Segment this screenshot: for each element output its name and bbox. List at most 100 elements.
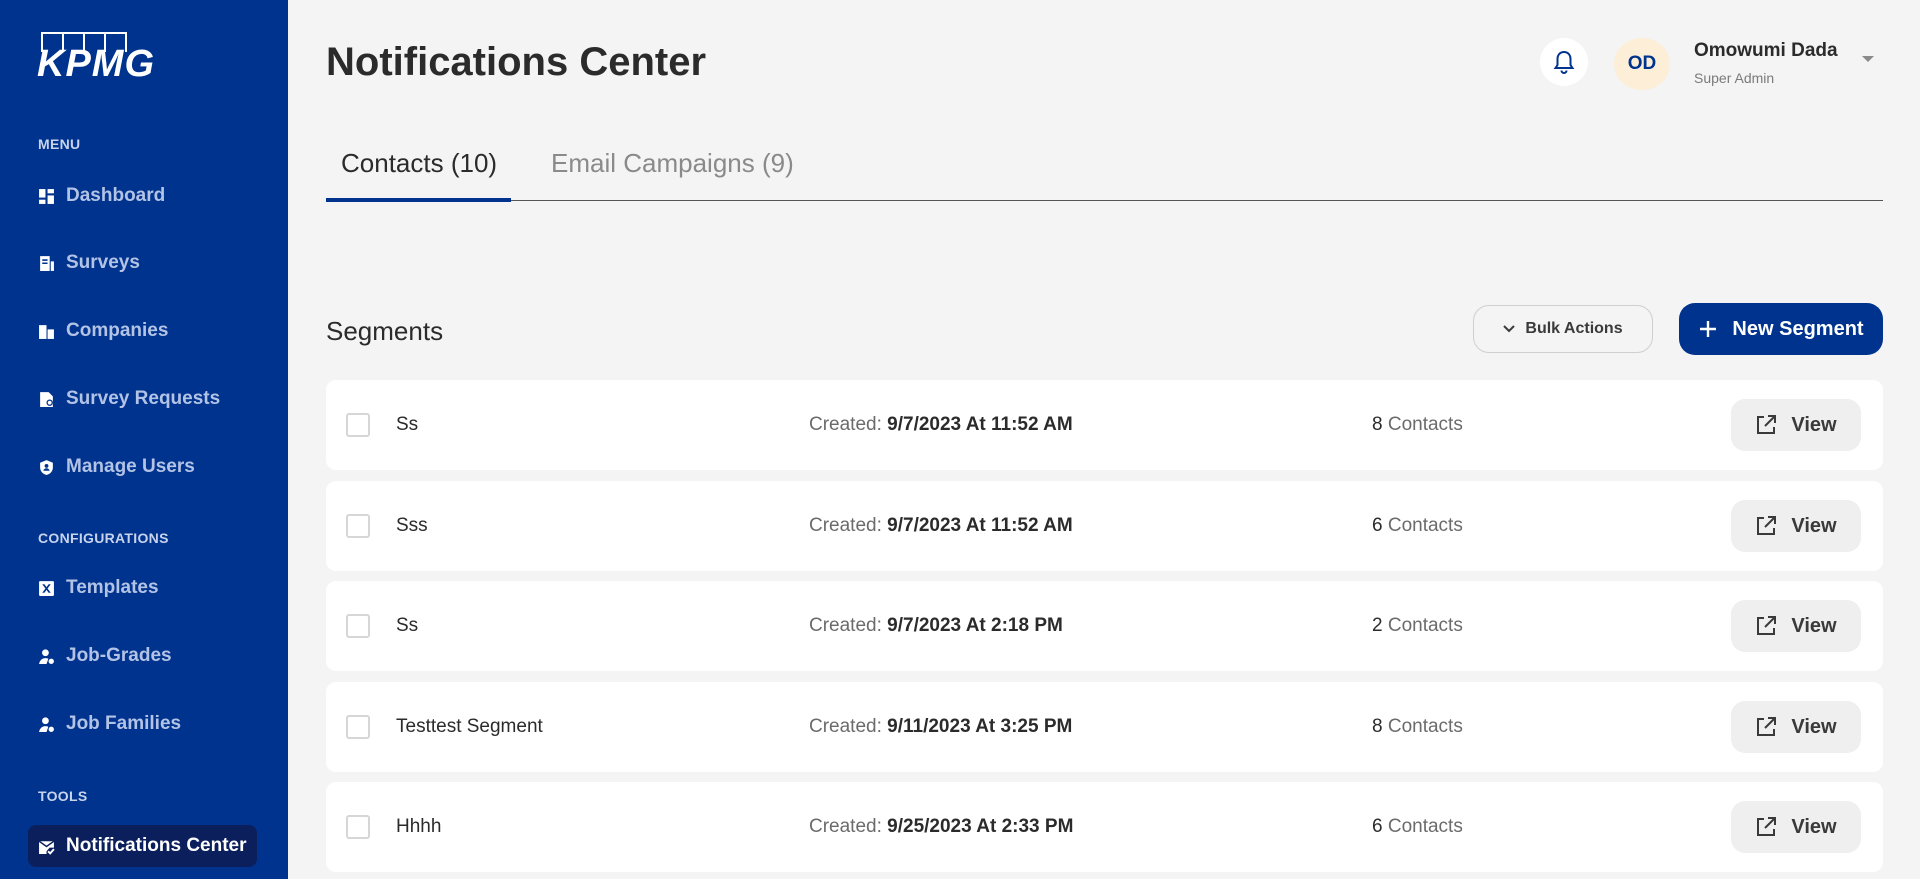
sidebar-item-notifications-center[interactable]: Notifications Center <box>28 825 257 867</box>
table-row[interactable]: Testtest Segment Created: 9/11/2023 At 3:… <box>326 682 1883 772</box>
mail-check-icon <box>38 838 66 855</box>
row-checkbox[interactable] <box>346 715 370 739</box>
view-button[interactable]: View <box>1731 399 1861 451</box>
segment-name: Hhhh <box>396 816 442 837</box>
avatar[interactable]: OD <box>1614 38 1670 90</box>
chevron-down-icon <box>1503 325 1516 333</box>
view-label: View <box>1791 815 1837 838</box>
contacts-suffix: Contacts <box>1387 716 1463 737</box>
created-prefix: Created: <box>809 816 882 837</box>
sidebar-item-survey-requests[interactable]: Survey Requests <box>38 378 220 420</box>
sidebar-item-label: Notifications Center <box>66 835 247 856</box>
contacts-suffix: Contacts <box>1387 515 1463 536</box>
table-row[interactable]: Ss Created: 9/7/2023 At 11:52 AM 8 Contact… <box>326 380 1883 470</box>
active-tab-indicator <box>326 198 511 202</box>
segment-name: Ss <box>396 414 419 435</box>
page-title: Notifications Center <box>326 40 707 84</box>
segment-name: Ss <box>396 615 419 636</box>
user-role: Super Admin <box>1694 70 1775 86</box>
logo-text: KPMG <box>37 43 155 85</box>
request-icon <box>38 391 66 408</box>
external-link-icon <box>1757 817 1777 836</box>
sidebar-item-label: Manage Users <box>66 456 195 477</box>
shield-user-icon <box>38 459 66 476</box>
user-name[interactable]: Omowumi Dada <box>1694 40 1838 62</box>
created-value: 9/7/2023 At 2:18 PM <box>887 615 1063 636</box>
menu-section-label: MENU <box>38 136 81 152</box>
building-icon <box>38 323 66 340</box>
view-button[interactable]: View <box>1731 801 1861 853</box>
survey-icon <box>38 255 66 272</box>
sidebar-item-label: Survey Requests <box>66 388 221 409</box>
bulk-actions-label: Bulk Actions <box>1525 320 1623 337</box>
dashboard-icon <box>38 188 66 205</box>
created-date: Created: 9/11/2023 At 3:25 PM <box>809 716 1072 738</box>
excel-icon <box>38 580 66 597</box>
view-label: View <box>1791 514 1837 537</box>
contacts-number: 8 <box>1372 414 1383 435</box>
created-value: 9/7/2023 At 11:52 AM <box>887 414 1073 435</box>
contacts-suffix: Contacts <box>1387 414 1463 435</box>
created-value: 9/11/2023 At 3:25 PM <box>887 716 1073 737</box>
sidebar-item-label: Templates <box>66 577 159 598</box>
sidebar-item-label: Job Families <box>66 713 182 734</box>
created-prefix: Created: <box>809 615 882 636</box>
contacts-number: 6 <box>1372 816 1383 837</box>
row-checkbox[interactable] <box>346 614 370 638</box>
contacts-number: 6 <box>1372 515 1383 536</box>
sidebar-item-job-grades[interactable]: Job-Grades <box>38 635 172 677</box>
view-button[interactable]: View <box>1731 500 1861 552</box>
sidebar-item-job-families[interactable]: Job Families <box>38 703 181 745</box>
created-date: Created: 9/7/2023 At 11:52 AM <box>809 515 1073 537</box>
sidebar-item-surveys[interactable]: Surveys <box>38 242 140 284</box>
view-label: View <box>1791 715 1837 738</box>
bulk-actions-button[interactable]: Bulk Actions <box>1473 305 1653 353</box>
external-link-icon <box>1757 616 1777 635</box>
sidebar-item-label: Surveys <box>66 252 140 273</box>
external-link-icon <box>1757 415 1777 434</box>
contacts-count: 8 Contacts <box>1372 414 1463 436</box>
user-gear-icon <box>38 716 66 733</box>
tab-contacts[interactable]: Contacts (10) <box>341 148 497 179</box>
created-date: Created: 9/7/2023 At 2:18 PM <box>809 615 1063 637</box>
table-row[interactable]: Ss Created: 9/7/2023 At 2:18 PM 2 Contacts… <box>326 581 1883 671</box>
sidebar-item-label: Job-Grades <box>66 645 172 666</box>
kpmg-logo[interactable]: KPMG <box>37 30 154 84</box>
tools-section-label: TOOLS <box>38 788 88 804</box>
contacts-count: 8 Contacts <box>1372 716 1463 738</box>
view-button[interactable]: View <box>1731 600 1861 652</box>
sidebar-item-manage-users[interactable]: Manage Users <box>38 446 195 488</box>
row-checkbox[interactable] <box>346 413 370 437</box>
chevron-down-icon[interactable] <box>1862 56 1874 62</box>
tabs-divider <box>326 200 1883 201</box>
row-checkbox[interactable] <box>346 815 370 839</box>
sidebar-item-label: Companies <box>66 320 169 341</box>
bell-icon <box>1553 50 1575 74</box>
view-button[interactable]: View <box>1731 701 1861 753</box>
view-label: View <box>1791 614 1837 637</box>
view-label: View <box>1791 413 1837 436</box>
created-date: Created: 9/7/2023 At 11:52 AM <box>809 414 1073 436</box>
created-prefix: Created: <box>809 716 882 737</box>
table-row[interactable]: Hhhh Created: 9/25/2023 At 2:33 PM 6 Conta… <box>326 782 1883 872</box>
sidebar-item-dashboard[interactable]: Dashboard <box>38 175 165 217</box>
created-date: Created: 9/25/2023 At 2:33 PM <box>809 816 1073 838</box>
contacts-suffix: Contacts <box>1387 816 1463 837</box>
new-segment-label: New Segment <box>1732 317 1864 340</box>
plus-icon <box>1700 321 1717 337</box>
sidebar-item-templates[interactable]: Templates <box>38 567 159 609</box>
configurations-section-label: CONFIGURATIONS <box>38 530 169 546</box>
contacts-number: 8 <box>1372 716 1383 737</box>
sidebar-item-label: Dashboard <box>66 185 166 206</box>
row-checkbox[interactable] <box>346 514 370 538</box>
segment-name: Testtest Segment <box>396 716 543 737</box>
created-prefix: Created: <box>809 515 882 536</box>
sidebar: KPMG MENU Dashboard Surveys Companies Su… <box>0 0 288 879</box>
new-segment-button[interactable]: New Segment <box>1679 303 1883 355</box>
sidebar-item-companies[interactable]: Companies <box>38 310 168 352</box>
table-row[interactable]: Sss Created: 9/7/2023 At 11:52 AM 6 Contac… <box>326 481 1883 571</box>
user-gear-icon <box>38 648 66 665</box>
tab-email-campaigns[interactable]: Email Campaigns (9) <box>551 148 794 179</box>
notifications-button[interactable] <box>1540 38 1588 86</box>
external-link-icon <box>1757 717 1777 736</box>
